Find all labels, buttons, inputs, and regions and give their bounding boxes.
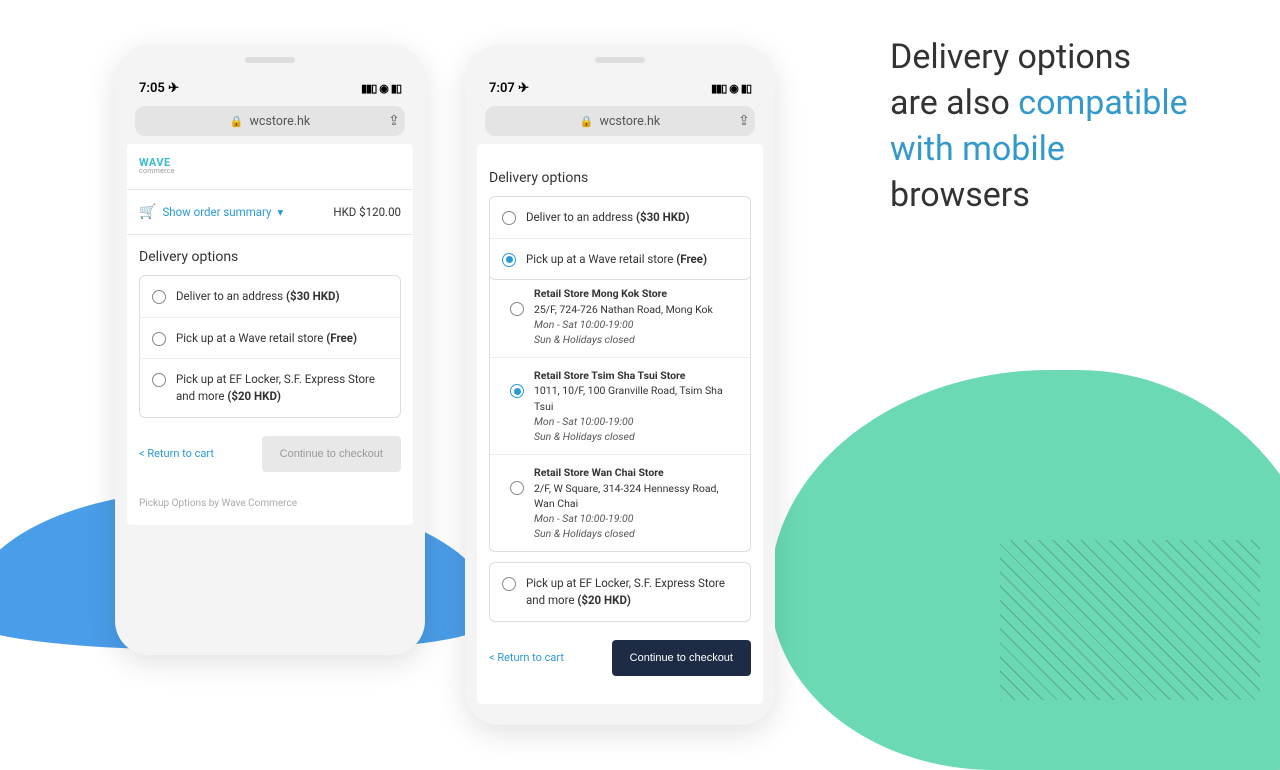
location-icon: ✈ <box>168 81 179 96</box>
phone-speaker <box>245 57 295 63</box>
status-bar: 7:05 ✈ ▮▮▯ ◉ ▮▯ <box>123 71 417 102</box>
headline-line4: browsers <box>890 175 1030 215</box>
address-url: wcstore.hk <box>599 114 660 129</box>
chevron-down-icon: ▾ <box>277 205 283 219</box>
status-right-icons: ▮▮▯ ◉ ▮▯ <box>711 82 751 95</box>
delivery-option-group: Deliver to an address ($30 HKD) Pick up … <box>489 196 751 280</box>
delivery-options-heading: Delivery options <box>139 249 401 265</box>
radio-unchecked[interactable] <box>502 577 516 591</box>
option-price: ($20 HKD) <box>227 389 281 403</box>
headline-line3: with mobile <box>890 129 1065 169</box>
store-address: 1011, 10/F, 100 Granville Road, Tsim Sha… <box>534 383 738 413</box>
store-address: 2/F, W Square, 314-324 Hennessy Road, Wa… <box>534 481 738 511</box>
store-option-mongkok[interactable]: Retail Store Mong Kok Store 25/F, 724-72… <box>490 276 750 357</box>
store-hours: Mon - Sat 10:00-19:00 <box>534 414 738 429</box>
option-price: ($20 HKD) <box>577 593 631 607</box>
delivery-option-group-locker: Pick up at EF Locker, S.F. Express Store… <box>489 562 751 621</box>
location-icon: ✈ <box>518 81 529 96</box>
option-label: Deliver to an address <box>526 210 636 224</box>
option-label: Pick up at a Wave retail store <box>176 331 326 345</box>
delivery-options-heading: Delivery options <box>489 170 751 186</box>
option-label: Deliver to an address <box>176 289 286 303</box>
status-time: 7:05 <box>139 81 165 96</box>
headline-line2a: are also <box>890 83 1018 123</box>
continue-checkout-button[interactable]: Continue to checkout <box>612 640 751 676</box>
delivery-option-retail-store[interactable]: Pick up at a Wave retail store (Free) <box>490 238 750 280</box>
store-address: 25/F, 724-726 Nathan Road, Mong Kok <box>534 302 713 317</box>
store-hours: Sun & Holidays closed <box>534 526 738 541</box>
store-list: Retail Store Mong Kok Store 25/F, 724-72… <box>489 276 751 552</box>
option-price: (Free) <box>326 331 357 345</box>
store-hours: Sun & Holidays closed <box>534 332 713 347</box>
store-hours: Sun & Holidays closed <box>534 429 738 444</box>
share-icon[interactable]: ⇪ <box>381 108 407 134</box>
option-price: (Free) <box>676 252 707 266</box>
battery-icon: ▮▯ <box>391 82 401 95</box>
status-bar: 7:07 ✈ ▮▮▯ ◉ ▮▯ <box>473 71 767 102</box>
store-option-tst[interactable]: Retail Store Tsim Sha Tsui Store 1011, 1… <box>490 357 750 454</box>
store-name: Retail Store Wan Chai Store <box>534 465 738 480</box>
headline-line2b: compatible <box>1018 83 1187 123</box>
checkout-screen-expanded: Delivery options Deliver to an address (… <box>477 144 763 704</box>
status-right-icons: ▮▮▯ ◉ ▮▯ <box>361 82 401 95</box>
store-hours: Mon - Sat 10:00-19:00 <box>534 511 738 526</box>
radio-unchecked[interactable] <box>510 302 524 316</box>
headline-line1: Delivery options <box>890 37 1131 77</box>
wifi-icon: ◉ <box>379 82 388 95</box>
order-total: HKD $120.00 <box>333 205 401 219</box>
cart-icon: 🛒 <box>139 204 156 220</box>
brand-logo: WAVE commerce <box>139 156 401 175</box>
browser-address-bar[interactable]: 🔒 wcstore.hk ⇪ <box>485 106 755 136</box>
option-price: ($30 HKD) <box>636 210 690 224</box>
return-to-cart-link[interactable]: < Return to cart <box>489 651 564 664</box>
radio-unchecked[interactable] <box>152 373 166 387</box>
return-to-cart-link[interactable]: < Return to cart <box>139 447 214 460</box>
delivery-option-address[interactable]: Deliver to an address ($30 HKD) <box>490 197 750 238</box>
share-icon[interactable]: ⇪ <box>731 108 757 134</box>
delivery-option-retail-store[interactable]: Pick up at a Wave retail store (Free) <box>140 317 400 359</box>
lock-icon: 🔒 <box>230 115 244 128</box>
option-label: Pick up at a Wave retail store <box>526 252 676 266</box>
radio-unchecked[interactable] <box>152 290 166 304</box>
phone-mockup-right: 7:07 ✈ ▮▮▯ ◉ ▮▯ 🔒 wcstore.hk ⇪ Delivery … <box>465 45 775 725</box>
status-time: 7:07 <box>489 81 515 96</box>
store-hours: Mon - Sat 10:00-19:00 <box>534 317 713 332</box>
lock-icon: 🔒 <box>580 115 594 128</box>
browser-address-bar[interactable]: 🔒 wcstore.hk ⇪ <box>135 106 405 136</box>
radio-unchecked[interactable] <box>502 211 516 225</box>
signal-icon: ▮▮▯ <box>361 82 376 95</box>
wifi-icon: ◉ <box>729 82 738 95</box>
order-summary-toggle[interactable]: 🛒 Show order summary ▾ <box>139 204 283 220</box>
store-name: Retail Store Mong Kok Store <box>534 286 713 301</box>
battery-icon: ▮▯ <box>741 82 751 95</box>
store-name: Retail Store Tsim Sha Tsui Store <box>534 368 738 383</box>
order-summary-label: Show order summary <box>162 205 271 219</box>
radio-unchecked[interactable] <box>152 332 166 346</box>
radio-checked[interactable] <box>510 384 524 398</box>
option-price: ($30 HKD) <box>286 289 340 303</box>
divider <box>127 234 413 235</box>
checkout-screen: WAVE commerce 🛒 Show order summary ▾ HKD… <box>127 144 413 525</box>
delivery-option-locker[interactable]: Pick up at EF Locker, S.F. Express Store… <box>490 563 750 620</box>
delivery-option-address[interactable]: Deliver to an address ($30 HKD) <box>140 276 400 317</box>
phone-speaker <box>595 57 645 63</box>
divider <box>127 189 413 190</box>
address-url: wcstore.hk <box>249 114 310 129</box>
store-option-wanchai[interactable]: Retail Store Wan Chai Store 2/F, W Squar… <box>490 454 750 551</box>
marketing-headline: Delivery options are also compatible wit… <box>890 35 1200 219</box>
phone-mockup-left: 7:05 ✈ ▮▮▯ ◉ ▮▯ 🔒 wcstore.hk ⇪ WAVE comm… <box>115 45 425 655</box>
continue-checkout-button-disabled: Continue to checkout <box>262 436 401 472</box>
radio-checked[interactable] <box>502 253 516 267</box>
powered-by-text: Pickup Options by Wave Commerce <box>139 498 401 509</box>
signal-icon: ▮▮▯ <box>711 82 726 95</box>
delivery-option-locker[interactable]: Pick up at EF Locker, S.F. Express Store… <box>140 358 400 416</box>
delivery-option-group: Deliver to an address ($30 HKD) Pick up … <box>139 275 401 418</box>
radio-unchecked[interactable] <box>510 481 524 495</box>
